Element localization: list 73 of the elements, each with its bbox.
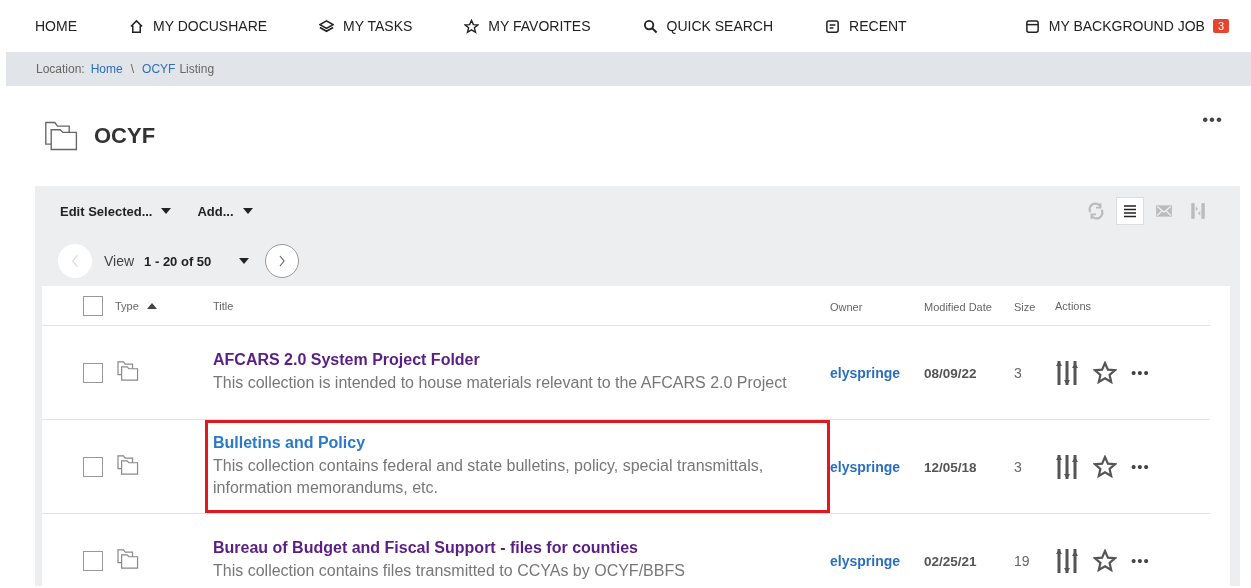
star-icon — [464, 18, 480, 34]
search-icon — [642, 18, 658, 34]
split-view-icon — [1189, 202, 1207, 220]
properties-button[interactable] — [1055, 359, 1079, 386]
more-button[interactable]: ••• — [1131, 458, 1150, 475]
refresh-icon — [1087, 202, 1105, 220]
row-checkbox[interactable] — [82, 362, 103, 383]
nav-link[interactable]: RECENT — [825, 18, 907, 34]
page-title: OCYF — [94, 123, 156, 149]
owner-link[interactable]: elyspringe — [830, 458, 901, 475]
breadcrumb-link[interactable]: Home — [90, 62, 123, 76]
count-badge: 3 — [1212, 19, 1229, 33]
item-description: This collection is intended to house materials relevant to the AFCARS 2.0 Project — [213, 373, 788, 393]
item-title-link[interactable]: Bulletins and Policy — [213, 434, 819, 452]
column-header[interactable]: Size — [1014, 300, 1036, 313]
dropdown-menu[interactable]: Edit Selected... — [60, 203, 172, 219]
caret-icon — [242, 208, 253, 214]
list-view-button[interactable] — [1116, 197, 1144, 225]
dropdown-menu[interactable]: Add... — [197, 203, 253, 219]
modified-date: 08/09/22 — [924, 365, 977, 381]
item-size: 3 — [1014, 364, 1022, 381]
row-checkbox[interactable] — [82, 456, 103, 477]
house-icon — [129, 18, 144, 34]
view-label: View — [104, 253, 135, 269]
breadcrumb-separator: \ — [130, 62, 135, 76]
favorite-button[interactable] — [1093, 360, 1117, 385]
list-icon — [1122, 203, 1138, 219]
item-size: 3 — [1014, 458, 1022, 475]
breadcrumb-link[interactable]: OCYF — [142, 62, 176, 76]
folder-icon — [117, 360, 139, 381]
nav-link[interactable]: MY DOCUSHARE — [129, 18, 268, 34]
nav-link[interactable]: MY TASKS — [319, 18, 413, 34]
item-size: 19 — [1014, 552, 1030, 569]
item-title-link[interactable]: AFCARS 2.0 System Project Folder — [213, 351, 819, 369]
column-header[interactable]: Owner — [830, 300, 863, 313]
folder-icon — [44, 120, 80, 152]
background-job-link[interactable]: MY BACKGROUND JOB 3 — [1024, 18, 1229, 34]
nav-link[interactable]: MY FAVORITES — [464, 18, 591, 34]
favorite-button[interactable] — [1093, 454, 1117, 479]
item-description: This collection contains files transmitted to CCYAs by OCYF/BBFS — [213, 561, 686, 581]
next-page-button[interactable] — [265, 244, 300, 278]
more-button[interactable]: ••• — [1202, 110, 1223, 130]
caret-icon — [239, 258, 250, 264]
breadcrumb-current: Listing — [179, 62, 215, 76]
folder-icon — [117, 548, 139, 569]
folder-icon — [117, 454, 139, 475]
favorite-button[interactable] — [1093, 548, 1117, 573]
properties-button[interactable] — [1055, 547, 1079, 574]
more-button[interactable]: ••• — [1131, 552, 1150, 569]
column-header[interactable]: Type — [115, 299, 157, 312]
caret-icon — [161, 208, 172, 214]
column-header[interactable]: Title — [208, 299, 234, 312]
sort-ascending-icon — [146, 302, 157, 309]
column-header[interactable]: Modified Date — [924, 300, 992, 313]
item-description: This collection contains federal and state bulletins, policy, special transmittals, information memorandums, etc. — [213, 456, 765, 498]
location-label: Location: — [36, 62, 85, 76]
page-range-dropdown[interactable]: 1 - 20 of 50 — [144, 253, 250, 269]
column-header: Actions — [1055, 299, 1092, 312]
nav-link[interactable]: HOME — [35, 18, 77, 34]
modified-date: 12/05/18 — [924, 459, 977, 475]
select-all-checkbox[interactable] — [82, 295, 103, 316]
layers-icon — [319, 18, 335, 34]
note-icon — [825, 18, 841, 34]
owner-link[interactable]: elyspringe — [830, 552, 901, 569]
window-icon — [1024, 18, 1040, 34]
nav-link[interactable]: QUICK SEARCH — [642, 18, 774, 34]
row-checkbox[interactable] — [82, 550, 103, 571]
more-button[interactable]: ••• — [1131, 364, 1150, 381]
envelope-icon — [1155, 202, 1173, 220]
properties-button[interactable] — [1055, 453, 1079, 480]
item-title-link[interactable]: Bureau of Budget and Fiscal Support - files for counties — [213, 539, 819, 557]
modified-date: 02/25/21 — [924, 553, 977, 569]
owner-link[interactable]: elyspringe — [830, 364, 901, 381]
